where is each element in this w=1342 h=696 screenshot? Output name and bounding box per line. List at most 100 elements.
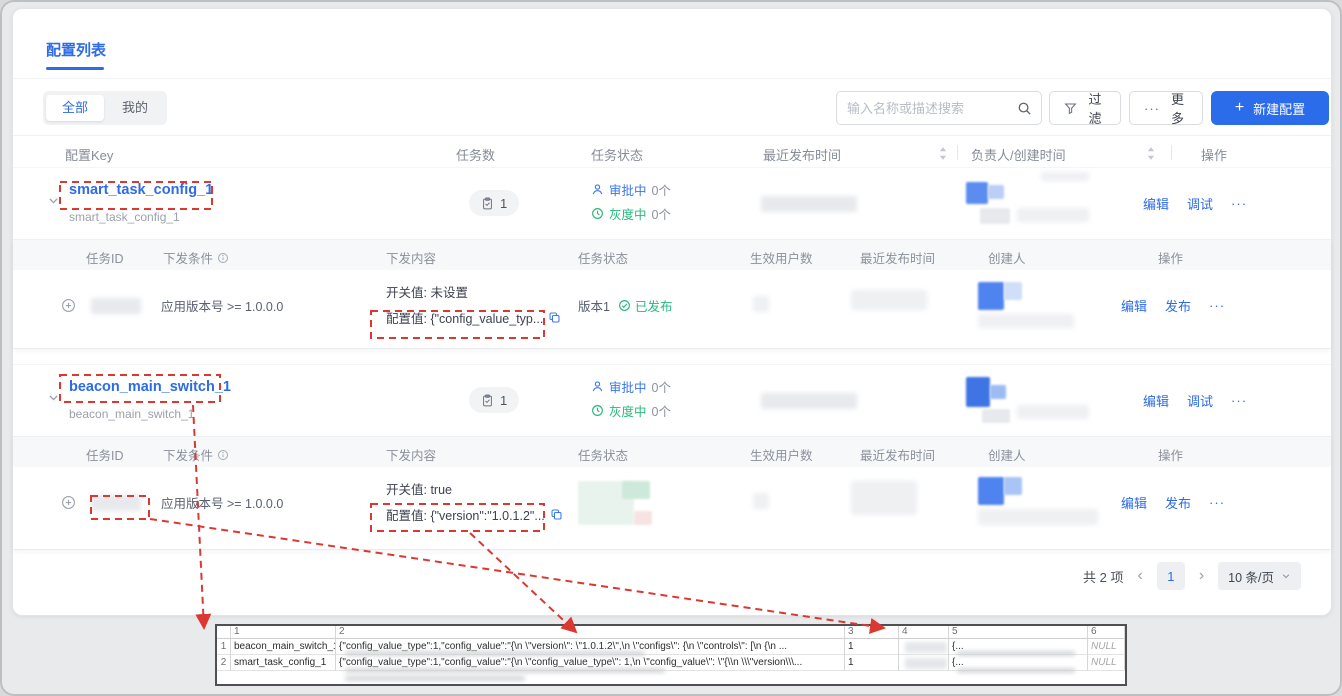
grid-cell-null: NULL: [1088, 655, 1125, 671]
tab-mine[interactable]: 我的: [106, 95, 164, 121]
status-approving: 审批中 0个: [591, 180, 671, 199]
published-status: 已发布: [618, 296, 673, 315]
plus-icon: +: [1235, 100, 1244, 116]
db-result-grid: 1 2 3 4 5 6 1 beacon_main_switch_1 {"con…: [215, 624, 1127, 686]
copy-icon[interactable]: [550, 508, 563, 521]
copy-icon[interactable]: [548, 311, 561, 324]
expand-circle-plus-icon[interactable]: [61, 495, 76, 510]
more-actions-icon[interactable]: ···: [1209, 298, 1225, 313]
more-actions-icon[interactable]: ···: [1209, 495, 1225, 510]
col-owner: 负责人/创建时间: [971, 145, 1066, 164]
filter-button[interactable]: 过滤: [1049, 91, 1121, 125]
publish-link[interactable]: 发布: [1165, 296, 1191, 315]
avatar: [1004, 477, 1022, 495]
grid-col-header: 4: [899, 626, 949, 639]
publish-link[interactable]: 发布: [1165, 493, 1191, 512]
ellipsis-icon: ···: [1144, 101, 1160, 116]
task-subtable: 任务ID 下发条件 下发内容 任务状态 生效用户数 最近发布时间 创建人 操作 …: [13, 436, 1331, 550]
task-count-badge: 1: [469, 387, 519, 413]
sort-owner-icon[interactable]: [1147, 147, 1155, 160]
edit-link[interactable]: 编辑: [1143, 194, 1169, 213]
screenshot-frame: 配置列表 全部 我的 过滤 ··· 更多 + 新建配置: [0, 0, 1342, 696]
search-icon[interactable]: [1017, 101, 1032, 116]
tab-all[interactable]: 全部: [46, 95, 104, 121]
config-key-link[interactable]: beacon_main_switch_1: [69, 379, 231, 395]
edit-link[interactable]: 编辑: [1121, 493, 1147, 512]
grid-cell: 1: [845, 639, 899, 655]
avatar: [966, 377, 1010, 423]
config-list-panel: 配置列表 全部 我的 过滤 ··· 更多 + 新建配置: [12, 8, 1332, 616]
avatar: [966, 182, 1010, 226]
redacted-task-id: [91, 495, 141, 511]
clipboard-icon: [481, 197, 494, 210]
avatar: [978, 282, 1004, 310]
grid-col-header: 5: [949, 626, 1088, 639]
task-count-value: 1: [500, 393, 507, 408]
chevron-down-icon[interactable]: [47, 194, 60, 207]
grid-cell: smart_task_config_1: [231, 655, 336, 671]
redacted-publish-time: [851, 481, 917, 515]
subtable-header: 任务ID 下发条件 下发内容 任务状态 生效用户数 最近发布时间 创建人 操作: [13, 240, 1331, 270]
subtable-header: 任务ID 下发条件 下发内容 任务状态 生效用户数 最近发布时间 创建人 操作: [13, 437, 1331, 467]
check-circle-icon: [618, 299, 631, 312]
edit-link[interactable]: 编辑: [1121, 296, 1147, 315]
divider: [957, 145, 958, 160]
user-icon: [591, 380, 604, 393]
redacted-grid-text: [345, 668, 665, 673]
config-key-link[interactable]: smart_task_config_1: [69, 182, 213, 198]
page-number[interactable]: 1: [1157, 562, 1185, 590]
config-key-subtitle: beacon_main_switch_1: [69, 407, 194, 421]
more-actions-icon[interactable]: ···: [1231, 196, 1247, 211]
caret-down-icon: [1281, 571, 1291, 581]
edit-link[interactable]: 编辑: [1143, 391, 1169, 410]
debug-link[interactable]: 调试: [1187, 194, 1213, 213]
redacted-publish-time: [761, 196, 857, 212]
clock-icon: [591, 404, 604, 417]
subcol-content: 下发内容: [386, 445, 436, 464]
total-count: 共 2 项: [1083, 567, 1123, 586]
pagination: 共 2 项 ‹ 1 › 10 条/页: [1083, 561, 1301, 591]
col-config-key: 配置Key: [65, 145, 113, 164]
filter-icon: [1064, 102, 1077, 115]
redacted-creator-name: [978, 509, 1098, 525]
subcol-creator: 创建人: [988, 445, 1026, 464]
redacted-task-status: [578, 481, 662, 527]
redacted-users: [753, 296, 769, 312]
subcol-status: 任务状态: [578, 445, 628, 464]
condition-text: 应用版本号 >= 1.0.0.0: [161, 296, 283, 315]
create-config-button[interactable]: + 新建配置: [1211, 91, 1329, 125]
chevron-down-icon[interactable]: [47, 391, 60, 404]
divider: [13, 78, 1331, 79]
version-label: 版本1: [578, 296, 610, 315]
grid-cell: 1: [845, 655, 899, 671]
avatar: [1004, 282, 1022, 300]
subcol-publish-time: 最近发布时间: [860, 248, 935, 267]
sort-publish-time-icon[interactable]: [939, 147, 947, 160]
table-row: smart_task_config_1 smart_task_config_1 …: [13, 167, 1331, 240]
more-actions-icon[interactable]: ···: [1231, 393, 1247, 408]
next-page-icon[interactable]: ›: [1199, 568, 1204, 584]
table-header: 配置Key 任务数 任务状态 最近发布时间 负责人/创建时间 操作: [13, 135, 1331, 168]
table-row: beacon_main_switch_1 beacon_main_switch_…: [13, 364, 1331, 437]
status-graying: 灰度中 0个: [591, 401, 671, 420]
redacted-creator-name: [978, 314, 1074, 328]
condition-text: 应用版本号 >= 1.0.0.0: [161, 493, 283, 512]
grid-col-header: 6: [1088, 626, 1125, 639]
page-title-tab[interactable]: 配置列表: [46, 39, 106, 60]
redacted-id-cell: [905, 658, 947, 669]
debug-link[interactable]: 调试: [1187, 391, 1213, 410]
prev-page-icon[interactable]: ‹: [1137, 568, 1142, 584]
page-size-select[interactable]: 10 条/页: [1218, 562, 1301, 590]
expand-circle-plus-icon[interactable]: [61, 298, 76, 313]
more-button[interactable]: ··· 更多: [1129, 91, 1203, 125]
subcol-content: 下发内容: [386, 248, 436, 267]
task-status-cell: 版本1 已发布: [578, 296, 672, 315]
scope-tabs: 全部 我的: [43, 91, 167, 125]
active-tab-indicator: [46, 67, 104, 70]
row-actions: 编辑 调试 ···: [1143, 391, 1247, 410]
col-task-count: 任务数: [456, 145, 495, 164]
search-input[interactable]: [837, 101, 1017, 116]
info-icon[interactable]: [217, 252, 229, 264]
clipboard-icon: [481, 394, 494, 407]
info-icon[interactable]: [217, 449, 229, 461]
